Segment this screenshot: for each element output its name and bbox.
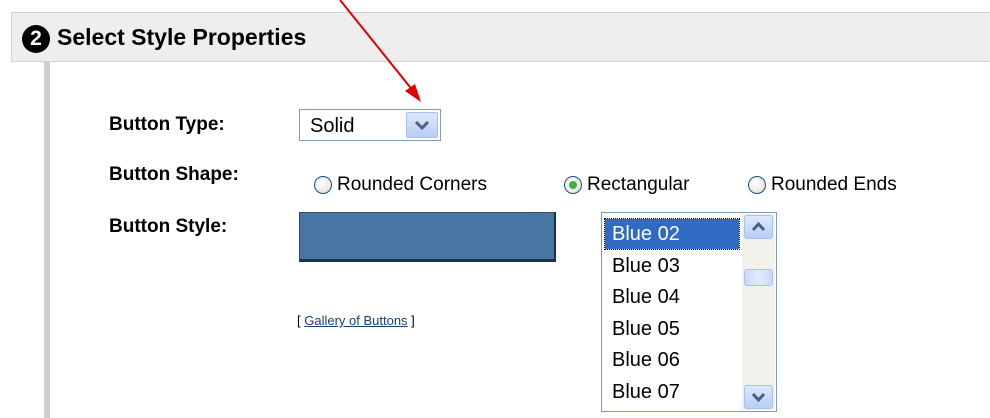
- gallery-of-buttons-link[interactable]: Gallery of Buttons: [304, 313, 407, 328]
- button-type-select[interactable]: Solid: [299, 109, 441, 141]
- radio-button-checked[interactable]: [564, 176, 582, 194]
- annotation-arrow-icon: [339, 0, 421, 102]
- dropdown-button[interactable]: [406, 112, 438, 138]
- scroll-thumb[interactable]: [744, 269, 773, 286]
- radio-label: Rounded Corners: [337, 174, 487, 195]
- step-number-badge: 2: [22, 25, 50, 53]
- radio-label: Rectangular: [587, 174, 690, 195]
- list-item[interactable]: Blue 05: [605, 314, 739, 344]
- button-style-label: Button Style:: [109, 216, 228, 237]
- chevron-down-icon: [751, 392, 766, 403]
- button-style-listbox[interactable]: Blue 02 Blue 03 Blue 04 Blue 05 Blue 06 …: [601, 212, 777, 412]
- listbox-scrollbar[interactable]: [742, 214, 775, 410]
- chevron-up-icon: [751, 221, 766, 232]
- scroll-down-button[interactable]: [744, 385, 773, 409]
- list-item[interactable]: Blue 03: [605, 251, 739, 281]
- list-item[interactable]: Blue 04: [605, 282, 739, 312]
- radio-button[interactable]: [314, 176, 332, 194]
- section-title: Select Style Properties: [57, 24, 307, 50]
- list-item[interactable]: Blue 06: [605, 345, 739, 375]
- button-style-preview: [299, 212, 556, 262]
- list-item[interactable]: Blue 07: [605, 377, 739, 407]
- button-type-label: Button Type:: [109, 114, 225, 135]
- chevron-down-icon: [414, 120, 430, 131]
- radio-rounded-ends[interactable]: Rounded Ends: [748, 172, 897, 198]
- bracket-close: ]: [407, 313, 415, 328]
- gallery-link-wrapper: [ Gallery of Buttons ]: [297, 313, 415, 329]
- radio-label: Rounded Ends: [771, 174, 897, 195]
- radio-rounded-corners[interactable]: Rounded Corners: [314, 172, 487, 198]
- button-shape-label: Button Shape:: [109, 164, 239, 185]
- button-type-selected-value: Solid: [310, 115, 355, 137]
- section-left-rule: [44, 62, 50, 418]
- list-item-selected[interactable]: Blue 02: [604, 218, 740, 250]
- radio-rectangular[interactable]: Rectangular: [564, 172, 689, 198]
- scroll-up-button[interactable]: [744, 215, 773, 239]
- radio-button[interactable]: [748, 176, 766, 194]
